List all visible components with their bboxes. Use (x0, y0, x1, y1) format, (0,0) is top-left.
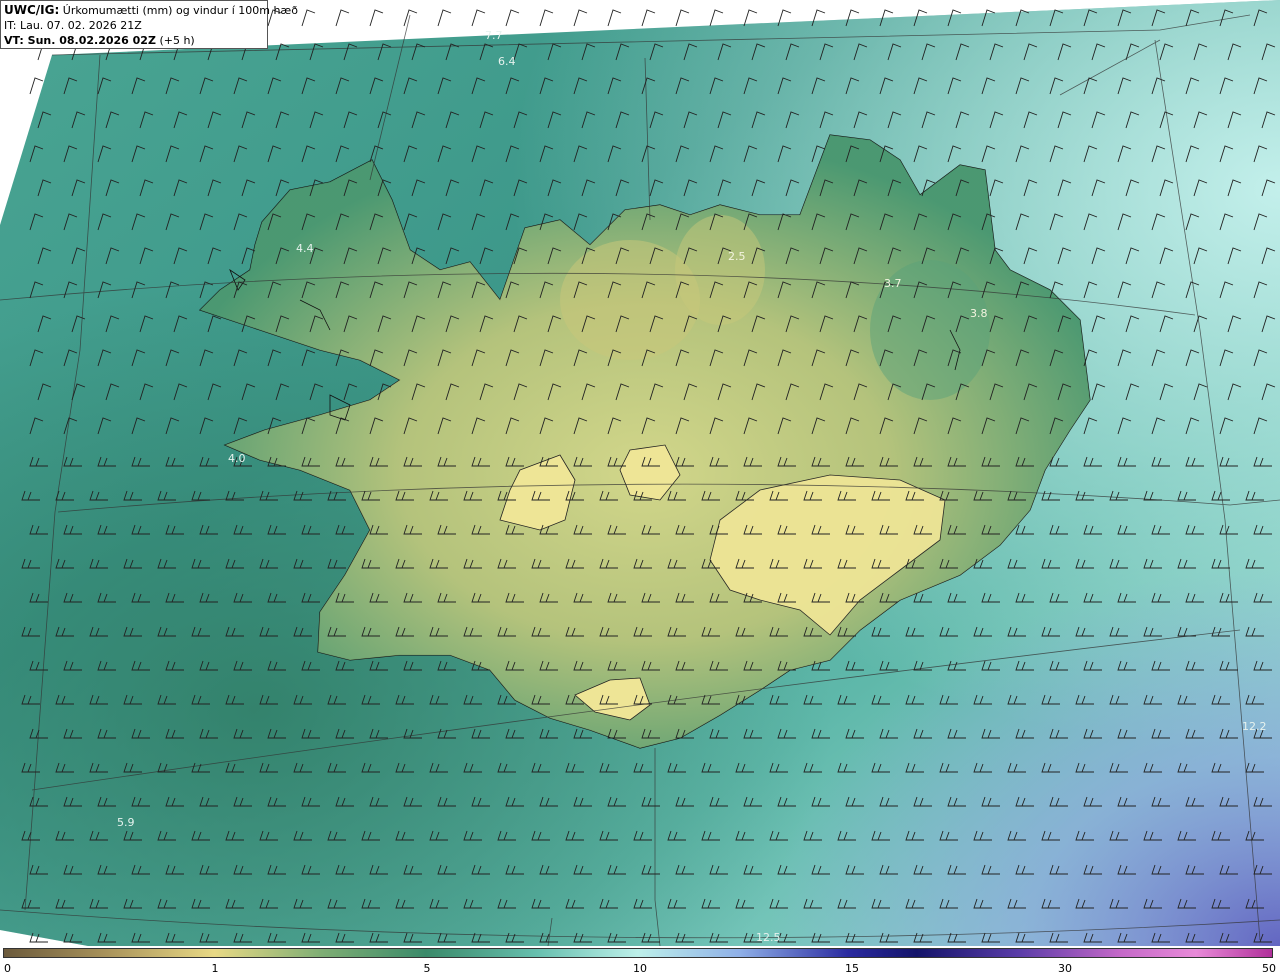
map-label: 3.8 (970, 307, 988, 320)
colorbar-tick-label: 0 (4, 962, 11, 975)
map-area: 7.7 6.4 4.4 2.5 3.7 3.8 4.0 5.9 12.2 12.… (0, 0, 1280, 946)
colorbar-tick-label: 30 (1058, 962, 1072, 975)
map-label: 2.5 (728, 250, 746, 263)
colorbar-tick-label: 5 (423, 962, 431, 975)
precipitation-map: 7.7 6.4 4.4 2.5 3.7 3.8 4.0 5.9 12.2 12.… (0, 0, 1280, 946)
colorbar-strip (3, 948, 1273, 958)
valid-time-label: VT: Sun. 08.02.2026 02Z (4, 34, 156, 47)
map-label: 12.2 (1242, 720, 1267, 733)
map-label: 12.5 (756, 931, 781, 944)
field-title: Úrkomumætti (mm) og vindur í 100m hæð (62, 4, 298, 17)
valid-time: VT: Sun. 08.02.2026 02Z (+5 h) (4, 33, 264, 48)
colorbar-tick-label: 15 (845, 962, 859, 975)
map-label: 3.7 (884, 277, 902, 290)
colorbar-tick-label: 10 (633, 962, 647, 975)
map-label: 4.0 (228, 452, 246, 465)
colorbar-tick-label: 50 (1262, 962, 1276, 975)
valid-time-offset: (+5 h) (159, 34, 195, 47)
initial-time: IT: Lau. 07. 02. 2026 21Z (4, 19, 142, 32)
map-label: 7.7 (485, 29, 503, 42)
colorbar: 0 1 5 10 15 30 50 (0, 946, 1280, 978)
colorbar-tick-label: 1 (211, 962, 219, 975)
model-name: UWC/IG: (4, 3, 60, 17)
map-label: 4.4 (296, 242, 314, 255)
map-title: UWC/IG: Úrkomumætti (mm) og vindur í 100… (4, 3, 298, 18)
map-label: 5.9 (117, 816, 135, 829)
map-info-box: UWC/IG: Úrkomumætti (mm) og vindur í 100… (0, 0, 298, 49)
map-label: 6.4 (498, 55, 516, 68)
